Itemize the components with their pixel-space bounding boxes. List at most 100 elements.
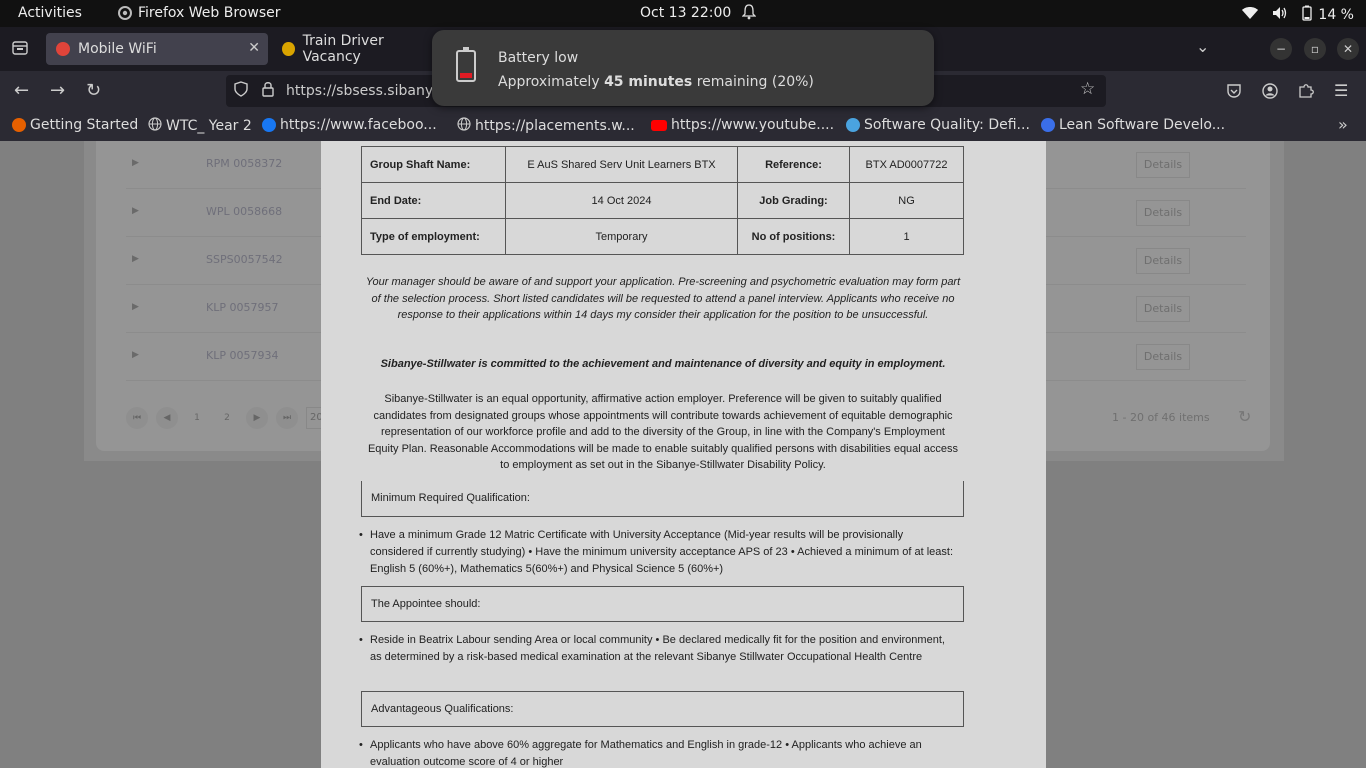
expand-icon[interactable]: ▶ xyxy=(132,302,139,312)
bell-icon xyxy=(741,4,757,24)
job-grading-value: NG xyxy=(849,182,964,219)
page-1-button[interactable]: 1 xyxy=(186,407,208,429)
clock[interactable]: Oct 13 22:00 xyxy=(640,5,731,21)
positions-value: 1 xyxy=(849,218,964,255)
forward-icon[interactable]: → xyxy=(50,80,65,101)
expand-icon[interactable]: ▶ xyxy=(132,254,139,264)
group-shaft-label: Group Shaft Name: xyxy=(361,146,506,183)
job-grading-label: Job Grading: xyxy=(737,182,850,219)
page-2-button[interactable]: 2 xyxy=(216,407,238,429)
min-qualification-heading: Minimum Required Qualification: xyxy=(361,481,964,517)
menu-icon[interactable]: ☰ xyxy=(1334,81,1348,100)
globe-icon xyxy=(457,117,471,135)
page-content: ▶ RPM 0058372 Details ▶ WPL 0058668 Deta… xyxy=(0,141,1366,768)
bookmark-star-icon[interactable]: ☆ xyxy=(1080,79,1095,99)
diversity-statement: Sibanye-Stillwater is committed to the a… xyxy=(380,358,946,370)
software-icon xyxy=(846,118,860,132)
bookmark-placements[interactable]: https://placements.w... xyxy=(457,117,635,135)
minimize-icon[interactable]: − xyxy=(1270,38,1292,60)
shield-icon[interactable] xyxy=(234,81,248,101)
lock-icon[interactable] xyxy=(262,81,274,101)
details-button[interactable]: Details xyxy=(1136,200,1190,226)
appointee-heading: The Appointee should: xyxy=(361,586,964,622)
bookmark-lean-software[interactable]: Lean Software Develo... xyxy=(1041,117,1225,133)
refresh-icon[interactable]: ↻ xyxy=(1238,407,1251,426)
vacancy-code: RPM 0058372 xyxy=(206,157,283,170)
details-button[interactable]: Details xyxy=(1136,152,1190,178)
list-all-tabs-icon[interactable]: ⌄ xyxy=(1196,37,1209,56)
vacancy-code: KLP 0057934 xyxy=(206,349,279,362)
system-top-bar: Activities Firefox Web Browser Oct 13 22… xyxy=(0,0,1366,27)
expand-icon[interactable]: ▶ xyxy=(132,158,139,168)
huawei-favicon-icon xyxy=(56,42,70,56)
vacancy-code: WPL 0058668 xyxy=(206,205,283,218)
details-button[interactable]: Details xyxy=(1136,344,1190,370)
pocket-icon[interactable] xyxy=(1226,83,1242,103)
reference-label: Reference: xyxy=(737,146,850,183)
appointee-text: Reside in Beatrix Labour sending Area or… xyxy=(359,632,959,666)
bookmark-label: Getting Started xyxy=(30,117,139,133)
activities-button[interactable]: Activities xyxy=(18,5,82,21)
bookmark-wtc-year-2[interactable]: WTC_ Year 2 xyxy=(148,117,252,135)
more-bookmarks-icon[interactable]: » xyxy=(1338,115,1348,134)
notification-time-remaining: 45 minutes xyxy=(604,74,693,90)
expand-icon[interactable]: ▶ xyxy=(132,206,139,216)
back-icon[interactable]: ← xyxy=(14,80,29,101)
battery-icon xyxy=(1302,5,1313,25)
system-tray[interactable]: 14 % xyxy=(1242,5,1354,25)
bookmark-label: Software Quality: Defi... xyxy=(864,117,1030,133)
tab-train-driver-vacancy[interactable]: Train Driver Vacancy xyxy=(272,33,442,65)
volume-icon xyxy=(1272,6,1288,24)
youtube-icon xyxy=(651,119,667,131)
firefox-icon xyxy=(12,118,26,132)
prev-page-icon[interactable]: ◀ xyxy=(156,407,178,429)
maximize-icon[interactable]: ▫ xyxy=(1304,38,1326,60)
first-page-icon[interactable]: ⏮ xyxy=(126,407,148,429)
expand-icon[interactable]: ▶ xyxy=(132,350,139,360)
job-info-table: Group Shaft Name: E AuS Shared Serv Unit… xyxy=(361,146,964,255)
bookmark-label: Lean Software Develo... xyxy=(1059,117,1226,133)
reference-value: BTX AD0007722 xyxy=(849,146,964,183)
notification-body-suffix: remaining (20%) xyxy=(692,74,814,90)
bookmark-software-quality[interactable]: Software Quality: Defi... xyxy=(846,117,1030,133)
last-page-icon[interactable]: ⏭ xyxy=(276,407,298,429)
reload-icon[interactable]: ↻ xyxy=(86,80,101,101)
min-qualification-text: Have a minimum Grade 12 Matric Certifica… xyxy=(359,527,959,577)
tab-label: Train Driver Vacancy xyxy=(302,33,384,65)
vacancy-code: SSPS0057542 xyxy=(206,253,283,266)
close-window-icon[interactable]: ✕ xyxy=(1337,38,1359,60)
sibanye-favicon-icon xyxy=(282,42,295,56)
details-button[interactable]: Details xyxy=(1136,248,1190,274)
globe-icon xyxy=(148,117,162,135)
firefox-view-icon[interactable] xyxy=(12,41,28,59)
employment-type-value: Temporary xyxy=(505,218,738,255)
notification-body-prefix: Approximately xyxy=(498,74,605,90)
url-text: https://sbsess.sibany xyxy=(286,83,434,99)
bookmark-label: WTC_ Year 2 xyxy=(166,118,252,134)
tab-label: Mobile WiFi xyxy=(78,41,157,57)
end-date-value: 14 Oct 2024 xyxy=(505,182,738,219)
bookmark-label: https://placements.w... xyxy=(475,118,635,134)
firefox-app-icon xyxy=(118,6,132,20)
app-menu[interactable]: Firefox Web Browser xyxy=(118,5,281,21)
manager-note: Your manager should be aware of and supp… xyxy=(365,276,961,321)
next-page-icon[interactable]: ▶ xyxy=(246,407,268,429)
positions-label: No of positions: xyxy=(737,218,850,255)
details-button[interactable]: Details xyxy=(1136,296,1190,322)
battery-low-icon xyxy=(456,47,476,82)
bookmark-facebook[interactable]: https://www.faceboo... xyxy=(262,117,437,133)
bookmarks-toolbar: Getting Started WTC_ Year 2 https://www.… xyxy=(0,111,1366,141)
extensions-icon[interactable] xyxy=(1298,82,1314,102)
advantageous-heading: Advantageous Qualifications: xyxy=(361,691,964,727)
facebook-icon xyxy=(262,118,276,132)
close-tab-icon[interactable]: ✕ xyxy=(248,40,260,56)
bookmark-getting-started[interactable]: Getting Started xyxy=(12,117,138,133)
bookmark-label: https://www.faceboo... xyxy=(280,117,437,133)
bookmark-youtube[interactable]: https://www.youtube.... xyxy=(651,117,834,133)
c-icon xyxy=(1041,118,1055,132)
notification-title: Battery low xyxy=(498,50,579,66)
tab-mobile-wifi[interactable]: Mobile WiFi ✕ xyxy=(46,33,268,65)
account-icon[interactable] xyxy=(1262,83,1278,103)
battery-percentage: 14 % xyxy=(1318,7,1354,23)
battery-low-notification[interactable]: Battery low Approximately 45 minutes rem… xyxy=(432,30,934,106)
